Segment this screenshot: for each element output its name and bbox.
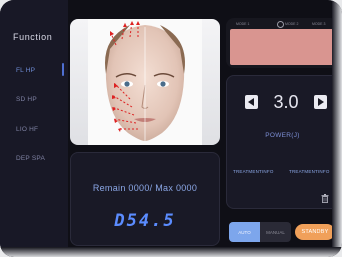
device-bezel-bottom [0, 247, 342, 257]
mode-strip: MODE 1 MODE 2 MODE 3 [230, 20, 335, 28]
face-image [70, 19, 220, 145]
mode-toggle[interactable]: AUTO MANUAL [229, 222, 291, 242]
sidebar-item-dep-spa[interactable]: DEP SPA [16, 155, 45, 162]
sidebar: Function FL HP SD HP LIO HF DEP SPA [0, 0, 68, 257]
manual-mode-button[interactable]: MANUAL [260, 222, 291, 242]
power-panel: 3.0 POWER(J) TREATMENTINFO TREATMENTINFO [226, 75, 339, 209]
treatment-info-right[interactable]: TREATMENTINFO [289, 169, 330, 174]
stats-panel: Remain 0000/ Max 0000 D54.5 [70, 152, 220, 246]
handpiece-display [230, 29, 335, 65]
treatment-info-left[interactable]: TREATMENTINFO [233, 169, 274, 174]
power-label: POWER(J) [265, 132, 300, 139]
mode-label-3: MODE 3 [312, 22, 326, 26]
device-bezel-right [332, 0, 342, 257]
power-decrease-button[interactable] [245, 95, 258, 109]
sidebar-item-lio-hf[interactable]: LIO HF [16, 126, 38, 133]
power-value: 3.0 [273, 92, 299, 112]
mode-label-1: MODE 1 [236, 22, 250, 26]
face-illustration [70, 19, 220, 145]
right-arrow-icon [318, 98, 324, 106]
sidebar-title: Function [13, 32, 53, 42]
mode-knob[interactable] [277, 21, 284, 28]
power-increase-button[interactable] [314, 95, 327, 109]
standby-button[interactable]: STANDBY [295, 224, 335, 240]
sidebar-active-indicator [62, 63, 64, 76]
mode-label-2: MODE 2 [285, 22, 299, 26]
device-screen: Function FL HP SD HP LIO HF DEP SPA Rema… [0, 0, 342, 257]
remain-counter: Remain 0000/ Max 0000 [92, 183, 198, 193]
auto-mode-button[interactable]: AUTO [229, 222, 260, 242]
status-code: D54.5 [114, 211, 176, 231]
power-stepper: 3.0 [245, 92, 327, 114]
handpiece-screen-panel: MODE 1 MODE 2 MODE 3 [226, 18, 339, 68]
sidebar-item-fl-hp[interactable]: FL HP [16, 67, 35, 74]
trash-icon[interactable] [321, 190, 329, 208]
sidebar-item-sd-hp[interactable]: SD HP [16, 96, 37, 103]
left-arrow-icon [248, 98, 254, 106]
